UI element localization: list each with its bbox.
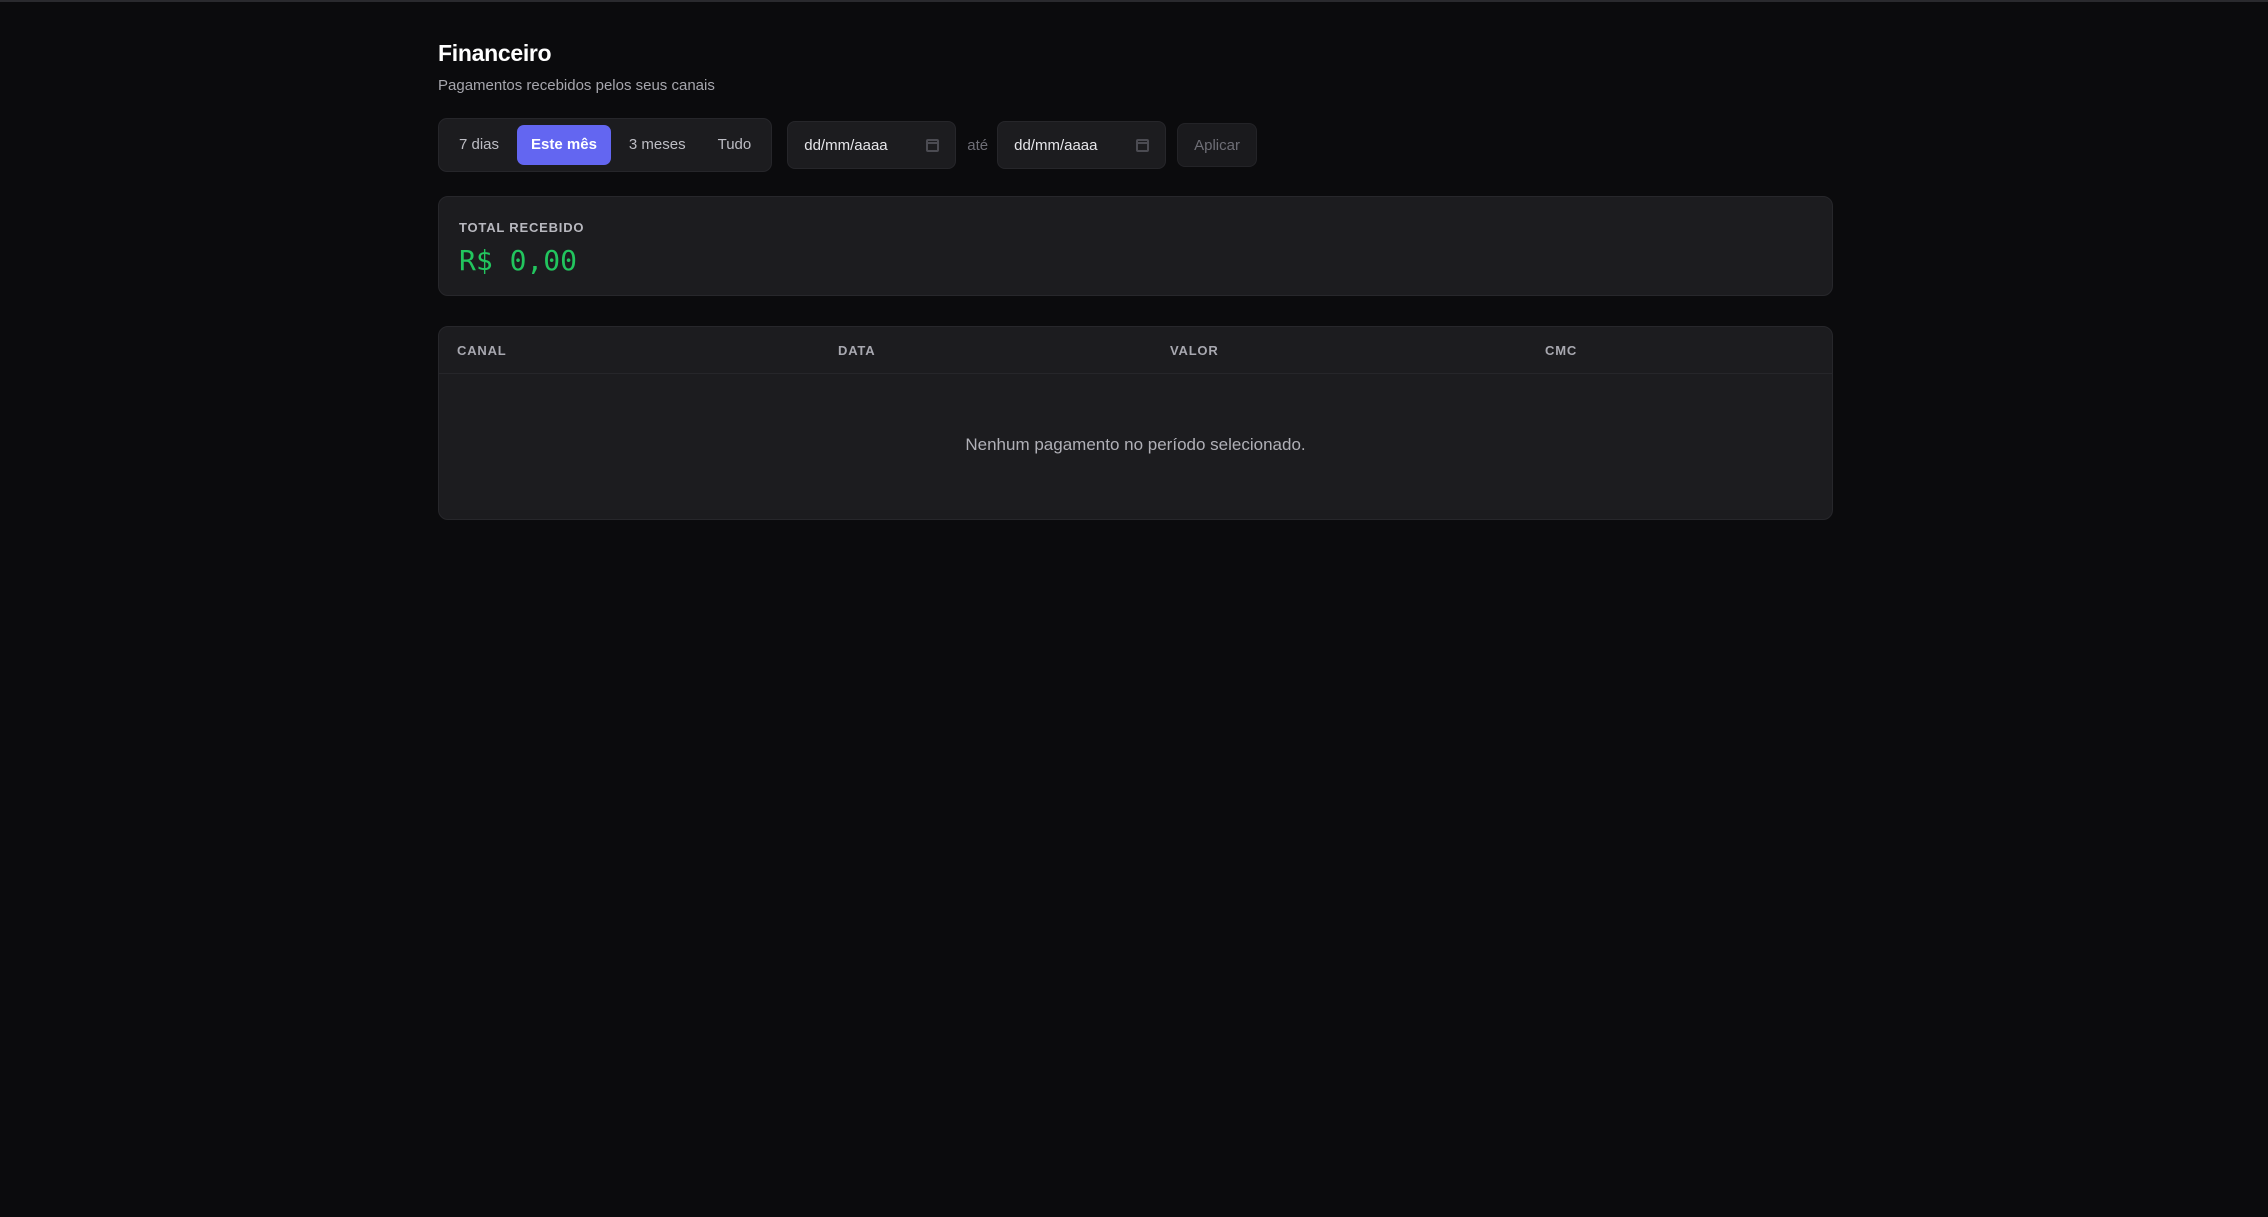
column-header-cmc: CMC [1545, 343, 1578, 358]
range-7-days-button[interactable]: 7 dias [445, 125, 513, 165]
payments-table: CANAL DATA VALOR CMC Nenhum pagamento no… [438, 326, 1833, 520]
calendar-icon[interactable] [1136, 138, 1150, 152]
range-this-month-button[interactable]: Este mês [517, 125, 611, 165]
column-header-data: DATA [838, 343, 876, 358]
date-to-input[interactable]: dd/mm/aaaa [997, 121, 1167, 169]
range-all-button[interactable]: Tudo [704, 125, 766, 165]
top-border [0, 0, 2268, 2]
total-received-label: TOTAL RECEBIDO [459, 220, 585, 235]
financeiro-page: Financeiro Pagamentos recebidos pelos se… [438, 36, 1833, 520]
page-subtitle: Pagamentos recebidos pelos seus canais [438, 77, 715, 94]
table-header: CANAL DATA VALOR CMC [439, 327, 1832, 374]
empty-state-message: Nenhum pagamento no período selecionado. [965, 434, 1306, 454]
page-title: Financeiro [438, 40, 552, 66]
date-range-separator: até [967, 136, 989, 154]
calendar-icon[interactable] [926, 138, 940, 152]
apply-button[interactable]: Aplicar [1177, 123, 1257, 167]
total-received-value: R$ 0,00 [459, 244, 578, 277]
date-from-input[interactable]: dd/mm/aaaa [787, 121, 957, 169]
range-selector: 7 dias Este mês 3 meses Tudo [438, 118, 773, 172]
total-received-card: TOTAL RECEBIDO R$ 0,00 [438, 196, 1833, 296]
column-header-valor: VALOR [1170, 343, 1219, 358]
column-header-canal: CANAL [457, 343, 507, 358]
filter-bar: 7 dias Este mês 3 meses Tudo dd/mm/aaaa … [438, 118, 1833, 172]
date-from-placeholder: dd/mm/aaaa [804, 136, 888, 154]
date-to-placeholder: dd/mm/aaaa [1014, 136, 1098, 154]
range-3-months-button[interactable]: 3 meses [615, 125, 700, 165]
